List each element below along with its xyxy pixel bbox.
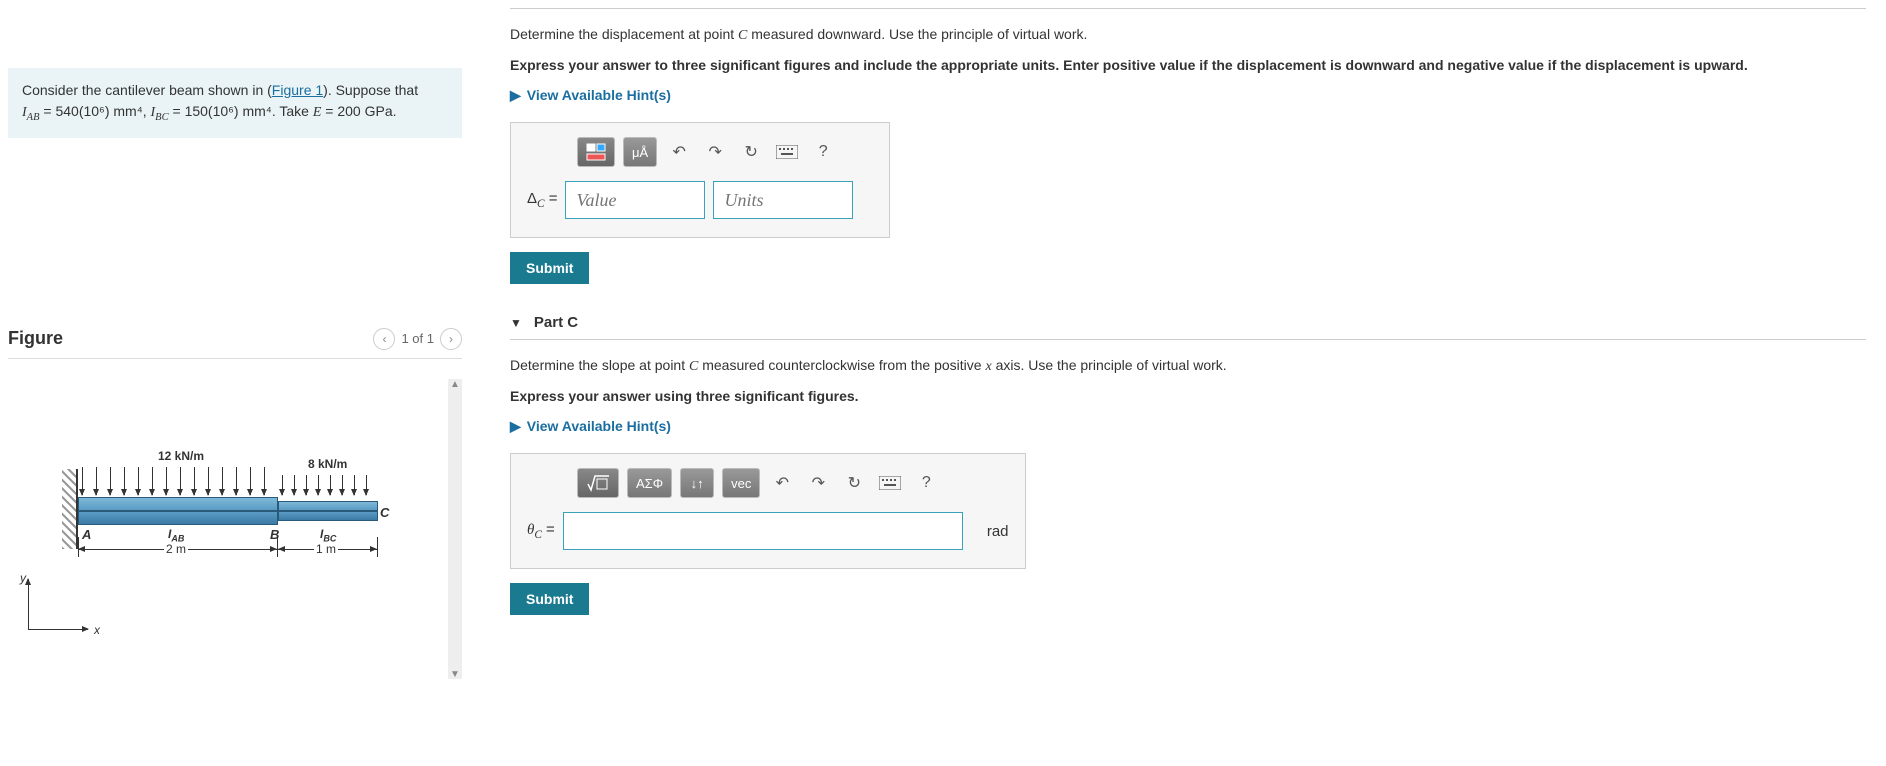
iab-figure-label: IAB	[168, 527, 184, 543]
sqrt-template-icon	[586, 474, 610, 492]
undo-button[interactable]: ↶	[768, 469, 796, 497]
part-c-title: Part C	[534, 314, 578, 331]
part-b-section: Determine the displacement at point C me…	[510, 25, 1866, 284]
undo-button[interactable]: ↶	[665, 138, 693, 166]
point-c-label: C	[380, 505, 389, 520]
help-icon: ?	[922, 474, 931, 492]
problem-text-2: ). Suppose that	[323, 82, 418, 98]
units-tool-button[interactable]: μÅ	[623, 137, 657, 167]
beam-segment-ab-top	[78, 497, 278, 511]
part-b-question: Determine the displacement at point C me…	[510, 25, 1866, 46]
figure-link[interactable]: Figure 1	[272, 82, 323, 98]
part-c-hints-toggle[interactable]: ▶View Available Hint(s)	[510, 418, 1866, 435]
delta-c-label: ΔC =	[527, 190, 557, 210]
iab-symbol: IAB	[22, 105, 40, 120]
part-c-instruction: Express your answer using three signific…	[510, 387, 1866, 407]
caret-down-icon: ▼	[510, 316, 522, 330]
theta-c-label: θC =	[527, 521, 555, 541]
keyboard-button[interactable]	[773, 138, 801, 166]
figure-prev-button[interactable]: ‹	[373, 328, 395, 350]
part-b-hints-toggle[interactable]: ▶View Available Hint(s)	[510, 87, 1866, 104]
part-b-submit-button[interactable]: Submit	[510, 252, 589, 284]
caret-right-icon: ▶	[510, 418, 521, 435]
sqrt-tool-button[interactable]	[577, 468, 619, 498]
fraction-template-icon	[586, 143, 606, 161]
help-icon: ?	[819, 143, 828, 161]
iab-value: 540(10⁶) mm⁴	[55, 103, 142, 119]
subscript-icon: ↓↑	[691, 476, 704, 491]
part-b-answer-panel: μÅ ↶ ↷ ↻ ? ΔC =	[510, 122, 890, 238]
help-button[interactable]: ?	[912, 469, 940, 497]
figure-pager: 1 of 1	[401, 331, 434, 346]
ibc-figure-label: IBC	[320, 527, 336, 543]
beam-segment-bc-bot	[278, 511, 378, 521]
y-axis	[28, 579, 29, 629]
ibc-value: 150(10⁶) mm⁴	[185, 103, 272, 119]
e-value: 200 GPa	[337, 103, 392, 119]
part-c-header[interactable]: ▼ Part C	[510, 314, 1866, 331]
part-c-submit-button[interactable]: Submit	[510, 583, 589, 615]
redo-icon: ↷	[812, 473, 825, 493]
x-axis	[28, 629, 88, 630]
beam-diagram: 12 kN/m 8 kN/m	[78, 449, 388, 649]
figure-next-button[interactable]: ›	[440, 328, 462, 350]
greek-tool-button[interactable]: ΑΣΦ	[627, 468, 672, 498]
load-ab-label: 12 kN/m	[158, 449, 204, 463]
part-c-answer-panel: ΑΣΦ ↓↑ vec ↶ ↷ ↻ ? θC = rad	[510, 453, 1026, 569]
y-axis-label: y	[20, 571, 26, 585]
length-ab-label: 2 m	[164, 542, 188, 556]
keyboard-icon	[879, 476, 901, 490]
help-button[interactable]: ?	[809, 138, 837, 166]
reset-icon: ↻	[744, 142, 757, 162]
fixed-support	[62, 469, 78, 549]
units-icon: μÅ	[632, 145, 648, 160]
vector-tool-button[interactable]: vec	[722, 468, 760, 498]
template-tool-button[interactable]	[577, 137, 615, 167]
unit-rad-label: rad	[987, 523, 1009, 540]
reset-button[interactable]: ↻	[840, 469, 868, 497]
problem-statement: Consider the cantilever beam shown in (F…	[8, 68, 462, 138]
redo-button[interactable]: ↷	[804, 469, 832, 497]
value-input[interactable]	[565, 181, 705, 219]
load-bc-label: 8 kN/m	[308, 457, 347, 471]
scrollbar-down[interactable]: ▼	[450, 669, 460, 679]
figure-viewport: ▲ ▼ 12 kN/m 8 kN/m	[8, 379, 462, 679]
keyboard-icon	[776, 145, 798, 159]
part-c-question: Determine the slope at point C measured …	[510, 356, 1866, 377]
slope-input[interactable]	[563, 512, 963, 550]
part-b-instruction: Express your answer to three significant…	[510, 56, 1866, 76]
reset-button[interactable]: ↻	[737, 138, 765, 166]
subscript-tool-button[interactable]: ↓↑	[680, 468, 714, 498]
point-a-label: A	[82, 527, 91, 542]
x-axis-label: x	[94, 623, 100, 637]
problem-text-1: Consider the cantilever beam shown in (	[22, 82, 272, 98]
keyboard-button[interactable]	[876, 469, 904, 497]
units-input[interactable]	[713, 181, 853, 219]
beam-segment-ab-bot	[78, 511, 278, 525]
redo-icon: ↷	[708, 142, 721, 162]
undo-icon: ↶	[776, 473, 789, 493]
undo-icon: ↶	[672, 142, 685, 162]
beam-segment-bc-top	[278, 501, 378, 511]
greek-icon: ΑΣΦ	[636, 476, 663, 491]
caret-right-icon: ▶	[510, 87, 521, 104]
scrollbar-up[interactable]: ▲	[450, 379, 460, 389]
ibc-symbol: IBC	[151, 105, 169, 120]
length-bc-label: 1 m	[314, 542, 338, 556]
reset-icon: ↻	[848, 473, 861, 493]
vector-icon: vec	[731, 476, 751, 491]
redo-button[interactable]: ↷	[701, 138, 729, 166]
figure-title: Figure	[8, 328, 63, 349]
part-c-section: Determine the slope at point C measured …	[510, 356, 1866, 615]
